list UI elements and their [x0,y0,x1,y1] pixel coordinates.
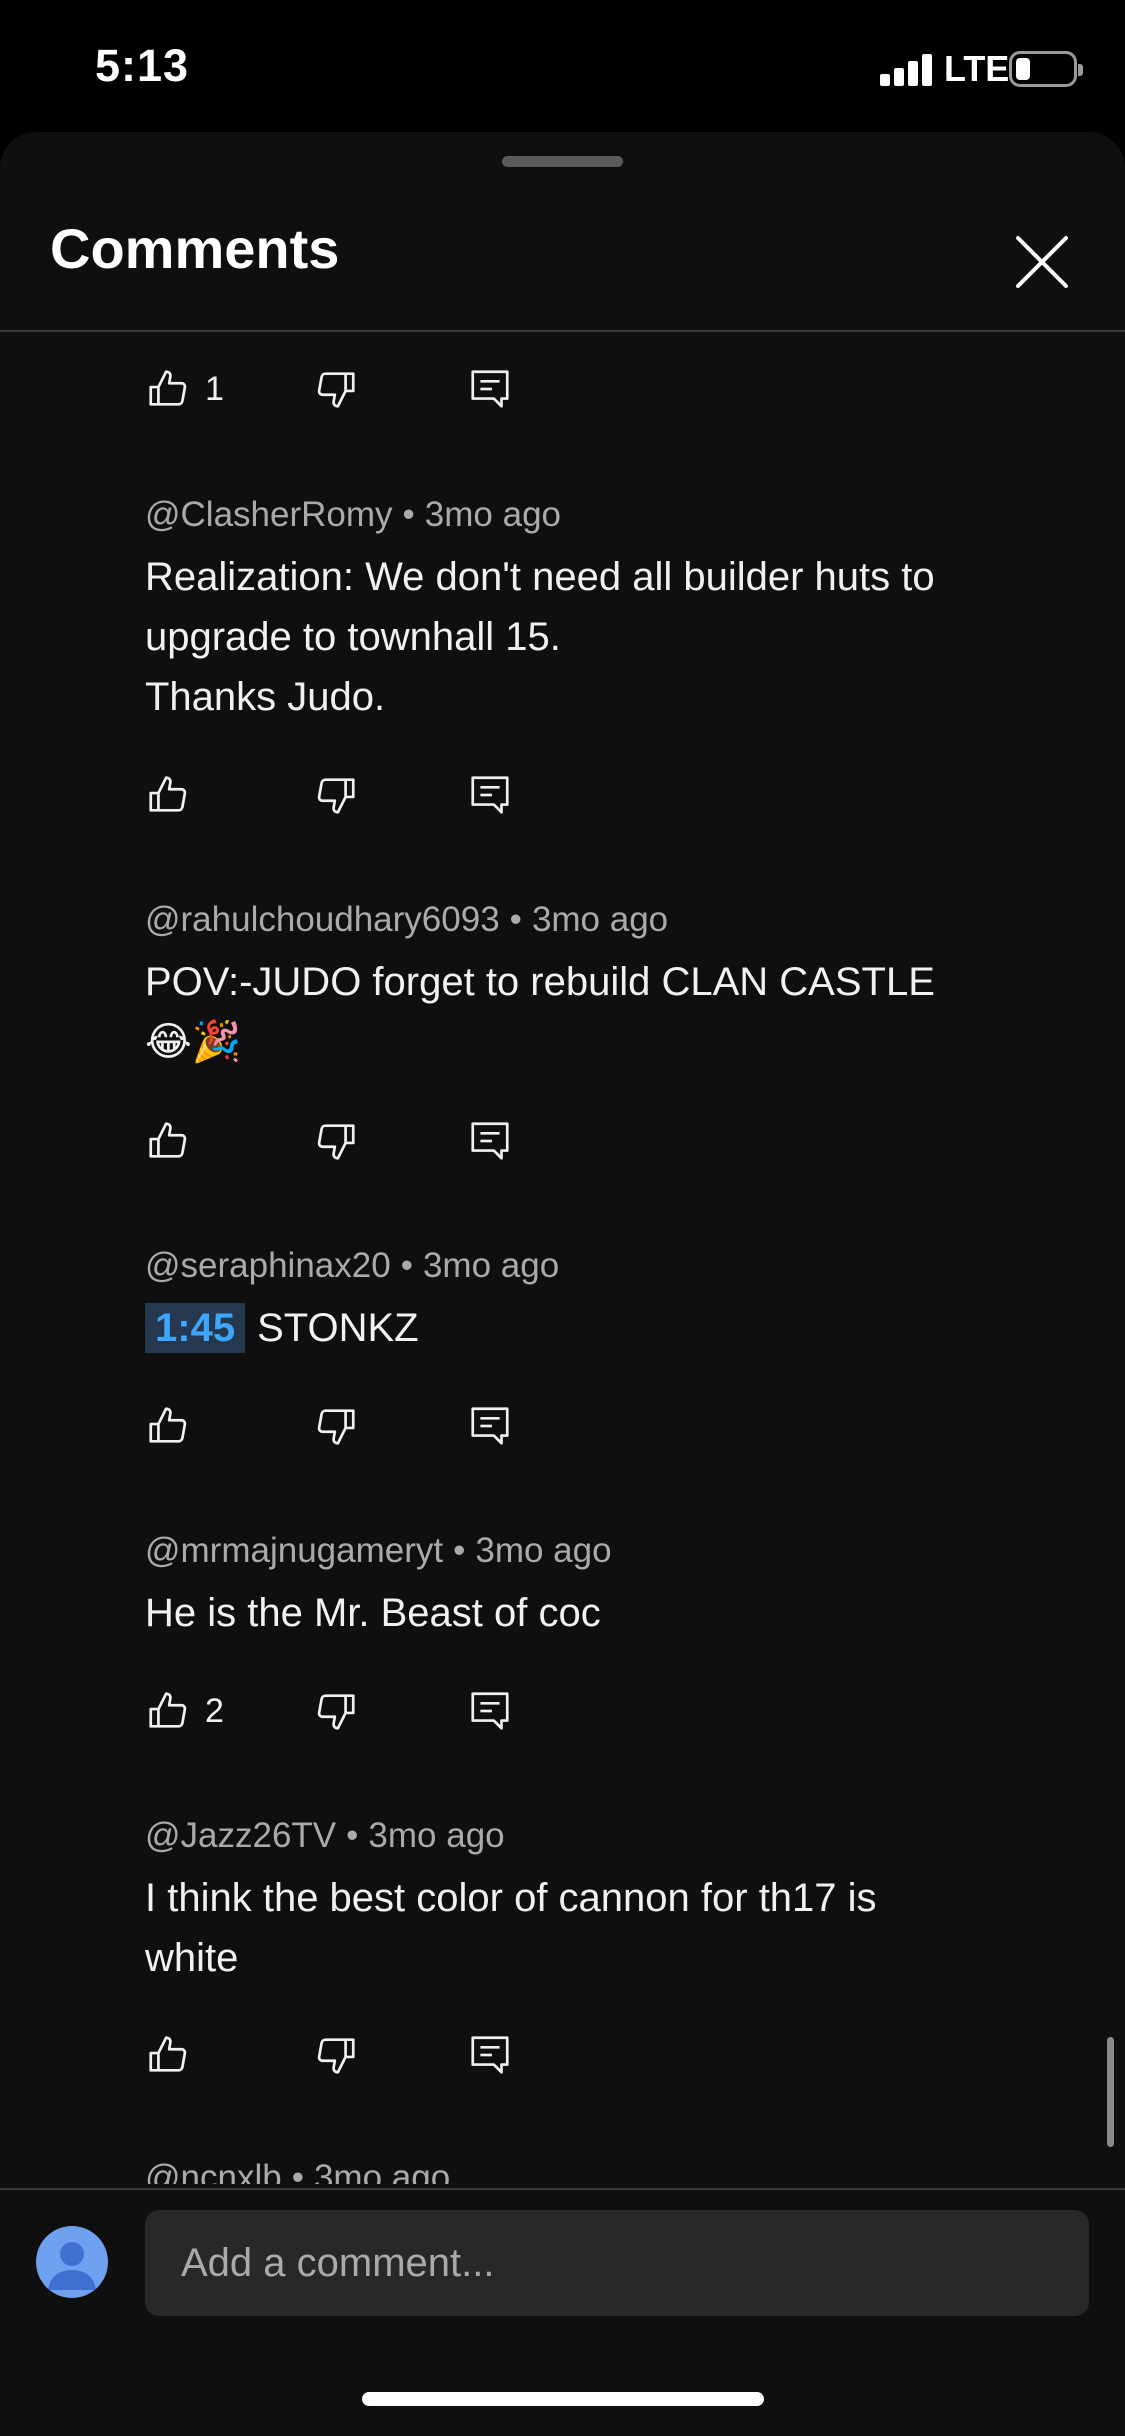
home-indicator [362,2392,764,2406]
like-button[interactable] [145,772,191,818]
like-count: 1 [205,370,224,408]
footer-divider [0,2188,1125,2190]
reply-button[interactable] [467,2032,513,2078]
comment-age: 3mo ago [424,495,562,534]
add-comment-input[interactable] [145,2210,1089,2316]
comment-text: 1:45 STONKZ [145,1298,1045,1358]
status-time: 5:13 [95,40,190,91]
dislike-button[interactable] [313,366,359,412]
comment-text: He is the Mr. Beast of coc [145,1591,601,1635]
user-avatar[interactable] [36,2226,108,2298]
scrollbar[interactable] [1107,2037,1114,2147]
reply-button[interactable] [467,366,513,412]
network-type: LTE [944,48,1010,89]
like-count: 2 [205,1692,224,1730]
comment-actions: 1 [145,366,745,416]
comment-actions [145,772,745,822]
comment-age: 3mo ago [368,1816,505,1855]
like-button[interactable] [145,366,191,412]
comment-author[interactable]: @mrmajnugameryt [145,1531,443,1570]
thumbs-down-icon [317,1124,355,1160]
thumbs-down-icon [317,778,355,814]
sheet-grabber[interactable] [502,156,623,167]
reply-button[interactable] [467,1688,513,1734]
comment-author[interactable]: @ncnxlb [145,2158,282,2184]
thumbs-up-icon [149,1692,187,1728]
signal-strength-icon [880,52,934,86]
thumbs-down-icon [317,2038,355,2074]
comment-meta: @mrmajnugameryt • 3mo ago [145,1531,612,1570]
reply-comment-icon [471,1692,509,1730]
comment-text: Realization: We don't need all builder h… [145,555,935,719]
comment-actions [145,1118,745,1168]
reply-button[interactable] [467,772,513,818]
dislike-button[interactable] [313,1688,359,1734]
comment-actions: 2 [145,1688,745,1738]
reply-comment-icon [471,1407,509,1445]
comment: @rahulchoudhary6093 • 3mo ago POV:-JUDO fo… [145,900,1045,1072]
reply-button[interactable] [467,1118,513,1164]
reply-comment-icon [471,2036,509,2074]
comment-age: 3mo ago [422,1246,560,1285]
comment-actions [145,2032,745,2082]
comment-age: 3mo ago [475,1531,612,1570]
dislike-button[interactable] [313,1403,359,1449]
comment-age: 3mo ago [313,2158,451,2184]
comment-text: POV:-JUDO forget to rebuild CLAN CASTLE … [145,952,1045,1072]
comment-meta: @seraphinax20 • 3mo ago [145,1246,560,1285]
reply-comment-icon [471,1122,509,1160]
thumbs-down-icon [317,372,355,408]
thumbs-up-icon [149,370,187,406]
close-button[interactable] [1008,228,1076,296]
comment-meta: @Jazz26TV • 3mo ago [145,1816,505,1855]
comment: @Jazz26TV • 3mo ago I think the best color… [145,1816,1045,1988]
sheet-title: Comments [50,217,340,280]
comment-age: 3mo ago [531,900,669,939]
comment-meta-partial: @ncnxlb • 3mo ago [145,2158,450,2184]
reply-comment-icon [471,370,509,408]
thumbs-up-icon [149,1407,187,1443]
thumbs-up-icon [149,1122,187,1158]
comment-author[interactable]: @Jazz26TV [145,1816,336,1855]
like-button[interactable] [145,1403,191,1449]
comment: @mrmajnugameryt • 3mo ago He is the Mr. Be… [145,1531,1045,1643]
comment-text: I think the best color of cannon for th1… [145,1876,877,1980]
emoji-text: 😂🎉 [145,1019,242,1065]
like-button[interactable] [145,1118,191,1164]
thumbs-up-icon [149,2036,187,2072]
comment-actions [145,1403,745,1453]
reply-button[interactable] [467,1403,513,1449]
user-avatar-icon [48,2242,96,2290]
dislike-button[interactable] [313,2032,359,2078]
comment-author[interactable]: @rahulchoudhary6093 [145,900,500,939]
battery-icon [1009,51,1083,87]
header-divider [0,330,1125,332]
dislike-button[interactable] [313,1118,359,1164]
video-timestamp-link[interactable]: 1:45 [145,1303,246,1353]
like-button[interactable] [145,2032,191,2078]
comment: @ClasherRomy • 3mo ago Realization: We don… [145,495,1045,727]
comment-meta: @rahulchoudhary6093 • 3mo ago [145,900,669,939]
thumbs-down-icon [317,1409,355,1445]
dislike-button[interactable] [313,772,359,818]
comment: @seraphinax20 • 3mo ago 1:45 STONKZ [145,1246,1045,1358]
thumbs-down-icon [317,1694,355,1730]
comment-meta: @ClasherRomy • 3mo ago [145,495,562,534]
status-bar: 5:13 LTE [0,0,1125,132]
thumbs-up-icon [149,776,187,812]
like-button[interactable] [145,1688,191,1734]
comment-author[interactable]: @seraphinax20 [145,1246,391,1285]
comment-author[interactable]: @ClasherRomy [145,495,393,534]
close-icon [1016,236,1068,288]
reply-comment-icon [471,776,509,814]
